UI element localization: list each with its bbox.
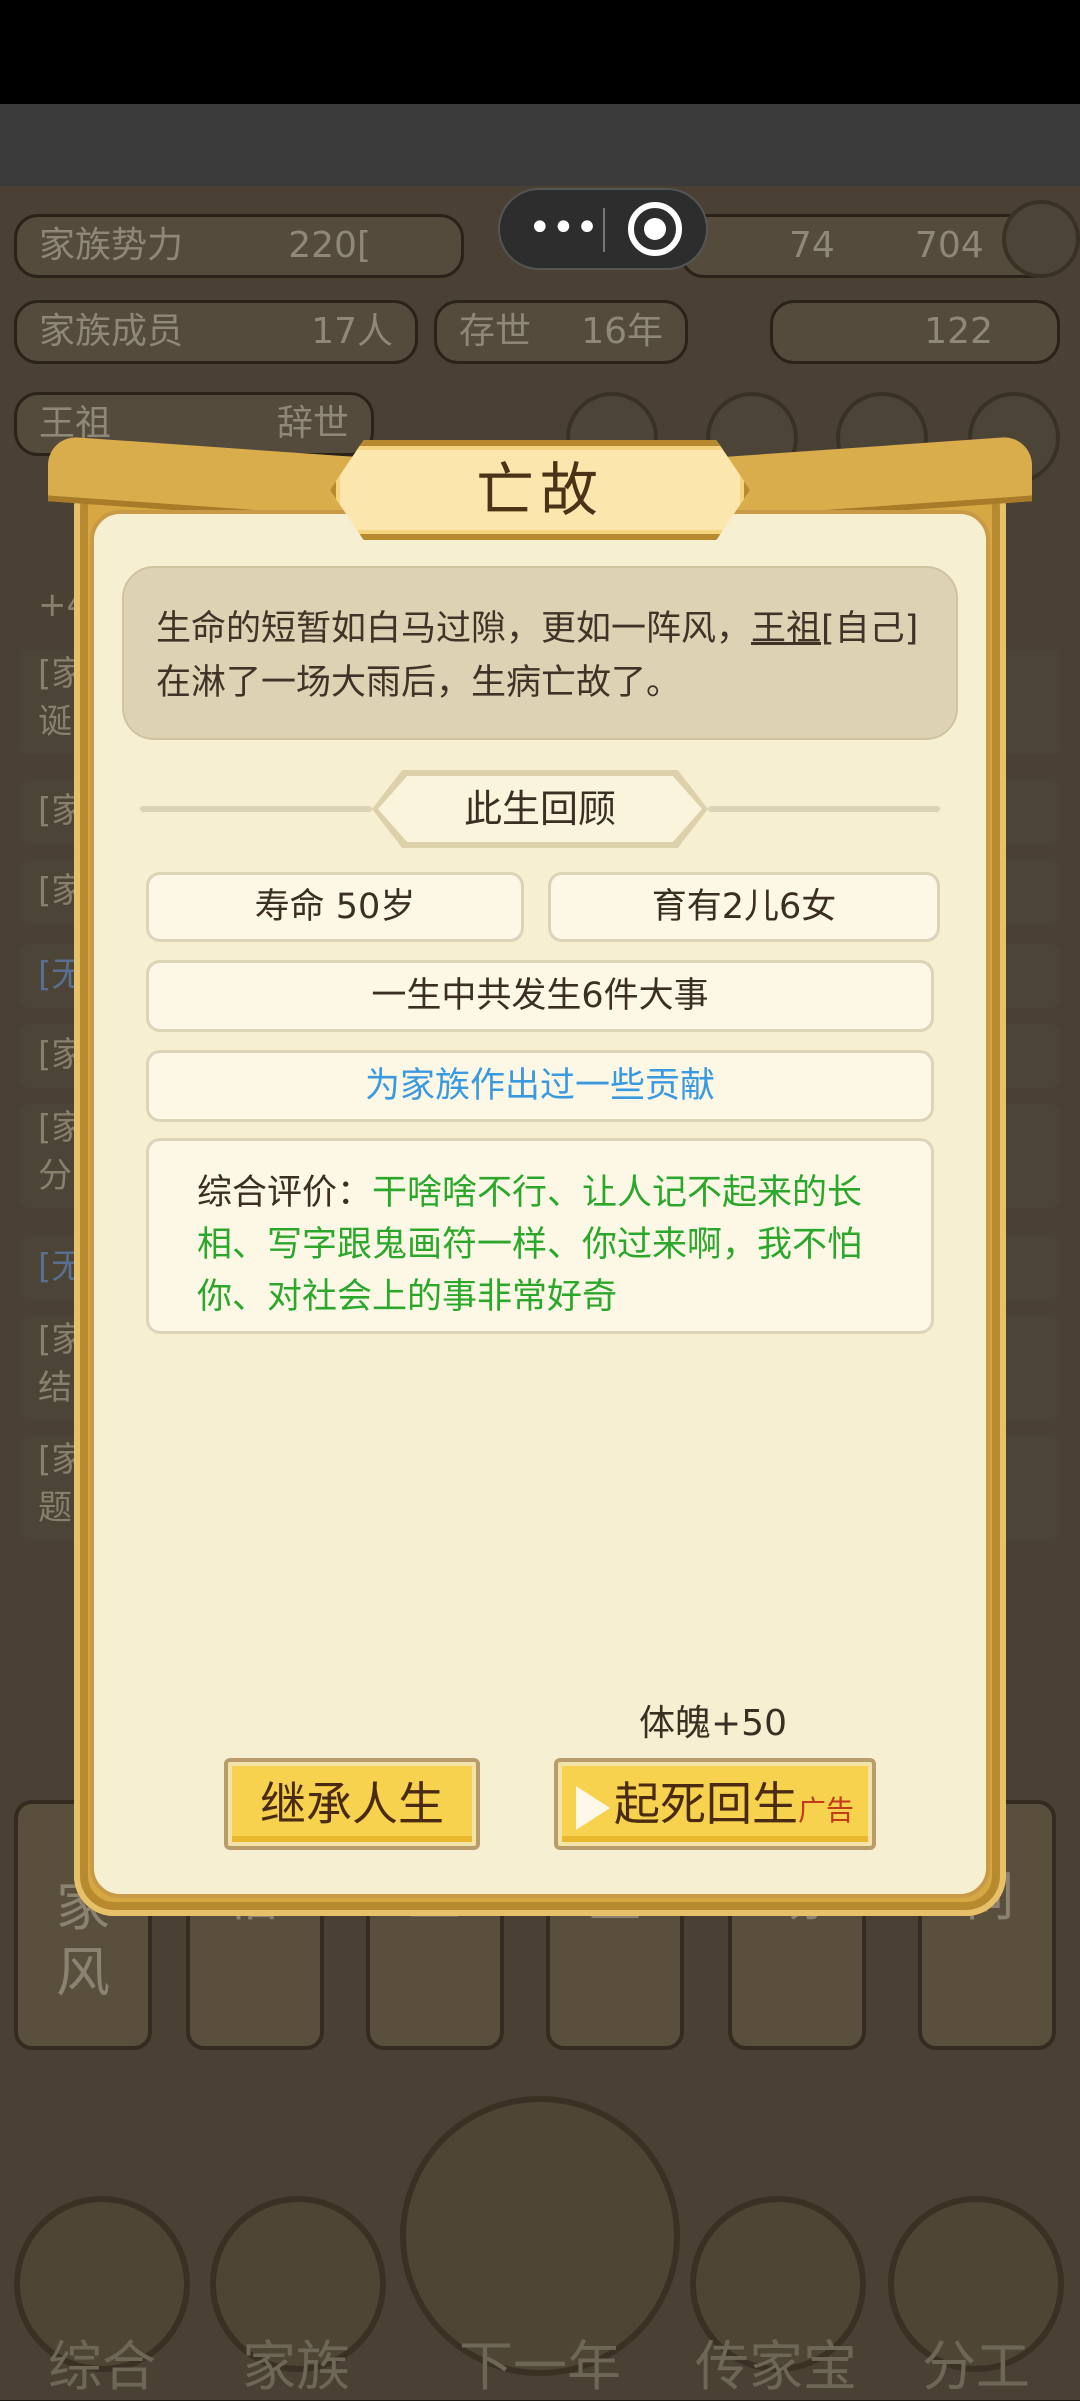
coin-count-b: 704 [915, 225, 984, 266]
events-stat: 一生中共发生6件大事 [146, 960, 934, 1032]
person-name-link[interactable]: 王祖 [751, 609, 821, 649]
death-description: 生命的短暂如白马过隙，更如一阵风，王祖[自己]在淋了一场大雨后，生病亡故了。 [122, 566, 958, 740]
close-program-icon[interactable] [628, 202, 682, 256]
dialog-title: 亡故 [475, 456, 604, 524]
nav-label-division[interactable]: 分工 [876, 2322, 1076, 2401]
mini-program-capsule: ••• [498, 188, 708, 270]
section-divider-left [140, 806, 372, 812]
family-members-stat: 家族成员 17人 [14, 300, 418, 364]
nav-label-next-year[interactable]: 下一年 [430, 2322, 650, 2401]
survived-label: 存世 [459, 311, 532, 352]
more-options-icon[interactable]: ••• [528, 208, 599, 248]
survived-value: 16年 [581, 311, 663, 352]
children-stat: 育有2儿6女 [548, 872, 940, 942]
gold-value: 122 [924, 311, 993, 352]
play-video-icon [575, 1785, 610, 1830]
lifespan-stat: 寿命 50岁 [146, 872, 524, 942]
family-power-value: 220[ [288, 225, 371, 266]
revive-label: 起死回生 [613, 1777, 798, 1831]
help-icon[interactable] [1002, 200, 1080, 278]
ad-badge: 广告 [797, 1794, 854, 1827]
family-members-label: 家族成员 [39, 311, 184, 352]
nav-label-heirloom[interactable]: 传家宝 [676, 2322, 876, 2401]
family-power-stat: 家族势力 220[ [14, 214, 464, 278]
evaluation-label: 综合评价： [197, 1173, 373, 1213]
section-title: 此生回顾 [463, 787, 616, 831]
family-power-label: 家族势力 [39, 225, 184, 266]
nav-label-overview[interactable]: 综合 [2, 2322, 202, 2401]
capsule-divider [603, 208, 605, 252]
contribution-stat: 为家族作出过一些贡献 [146, 1050, 934, 1122]
revive-bonus-text: 体魄+50 [639, 1703, 787, 1744]
section-divider-right [708, 806, 940, 812]
description-text: 生命的短暂如白马过隙，更如一阵风， [156, 609, 752, 649]
evaluation-box: 综合评价：干啥啥不行、让人记不起来的长相、写字跟鬼画符一样、你过来啊，我不怕你、… [146, 1138, 934, 1334]
status-bar [0, 0, 1080, 104]
coin-count-a: 74 [789, 225, 835, 266]
revive-button[interactable]: 起死回生广告 [554, 1758, 876, 1850]
top-nav-bar [0, 104, 1080, 186]
family-members-value: 17人 [311, 311, 393, 352]
nav-label-family[interactable]: 家族 [196, 2322, 396, 2401]
inherit-life-label: 继承人生 [260, 1777, 444, 1831]
inherit-life-button[interactable]: 继承人生 [224, 1758, 480, 1850]
gold-stat: 122 [770, 300, 1060, 364]
survived-stat: 存世 16年 [434, 300, 688, 364]
